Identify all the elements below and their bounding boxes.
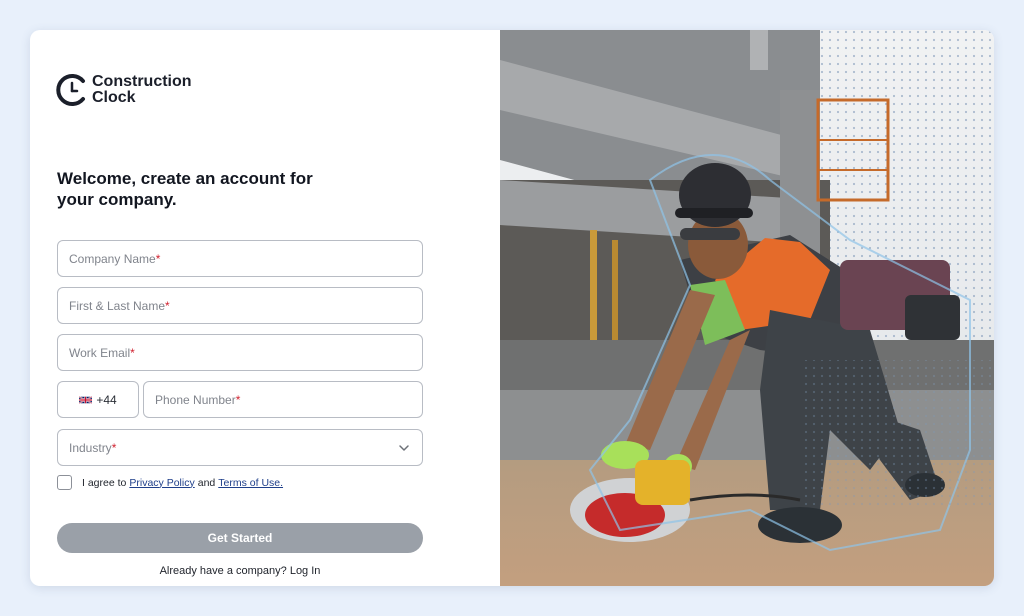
terms-agreement: I agree to Privacy Policy and Terms of U…	[57, 475, 286, 490]
agree-checkbox[interactable]	[57, 475, 72, 490]
login-link[interactable]: Already have a company? Log In	[30, 565, 450, 577]
page-title: Welcome, create an account for your comp…	[57, 169, 313, 209]
hero-image	[500, 30, 994, 586]
work-email-placeholder: Work Email	[69, 345, 131, 360]
company-name-placeholder: Company Name	[69, 251, 156, 266]
brand-line-2: Clock	[92, 89, 136, 106]
terms-of-use-link[interactable]: Terms of Use.	[218, 477, 283, 489]
privacy-policy-link[interactable]: Privacy Policy	[129, 477, 194, 489]
required-marker: *	[155, 251, 161, 266]
chevron-down-icon	[399, 445, 409, 451]
brand-line-1: Construction	[92, 73, 192, 90]
required-marker: *	[235, 392, 241, 407]
signup-panel: Construction Clock Welcome, create an ac…	[30, 30, 500, 586]
industry-select[interactable]: Industry *	[57, 429, 423, 466]
full-name-input[interactable]: First & Last Name *	[57, 287, 423, 324]
required-marker: *	[130, 345, 135, 360]
country-code-value: +44	[96, 392, 117, 407]
brand-name: Construction Clock	[92, 74, 192, 106]
uk-flag-icon	[79, 395, 93, 404]
phone-number-placeholder: Phone Number	[155, 392, 236, 407]
industry-placeholder: Industry	[69, 440, 112, 455]
full-name-placeholder: First & Last Name	[69, 298, 166, 313]
required-marker: *	[165, 298, 170, 313]
phone-number-input[interactable]: Phone Number *	[143, 381, 423, 418]
required-marker: *	[111, 440, 117, 455]
work-email-input[interactable]: Work Email *	[57, 334, 423, 371]
agree-prefix: I agree to	[82, 476, 127, 489]
agree-and: and	[197, 476, 216, 489]
construction-worker-photo	[500, 30, 994, 586]
get-started-button[interactable]: Get Started	[57, 523, 423, 553]
company-name-input[interactable]: Company Name *	[57, 240, 423, 277]
brand-logo[interactable]: Construction Clock	[56, 72, 192, 108]
clock-logo-icon	[56, 74, 85, 106]
country-code-select[interactable]: +44	[57, 381, 139, 418]
signup-card: Construction Clock Welcome, create an ac…	[30, 30, 994, 586]
